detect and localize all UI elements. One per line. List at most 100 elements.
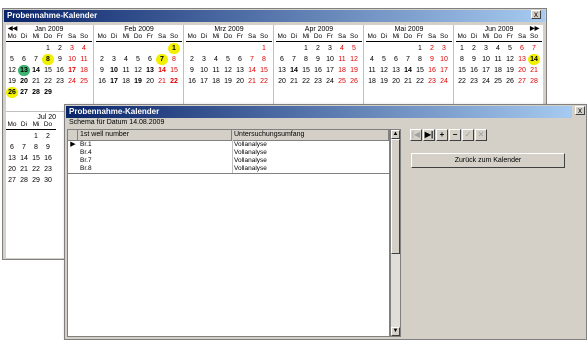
calendar-day[interactable]: 16 xyxy=(186,76,198,87)
calendar-day[interactable]: 4 xyxy=(78,43,90,54)
calendar-day[interactable]: 7 xyxy=(156,54,168,65)
calendar-day[interactable]: 21 xyxy=(528,65,540,76)
calendar-day[interactable]: 17 xyxy=(324,65,336,76)
calendar-day[interactable]: 3 xyxy=(480,43,492,54)
calendar-day[interactable]: 25 xyxy=(492,76,504,87)
calendar-day[interactable]: 7 xyxy=(288,54,300,65)
dialog-close-button[interactable]: x xyxy=(575,106,585,115)
next-month-icon[interactable]: ▶▶ xyxy=(530,25,539,32)
table-row[interactable]: Br.4 Vollanalyse xyxy=(68,149,389,157)
calendar-day[interactable]: 13 xyxy=(18,65,30,76)
calendar-day[interactable]: 19 xyxy=(132,76,144,87)
cell-well[interactable]: Br.4 xyxy=(78,149,232,157)
calendar-day[interactable]: 9 xyxy=(186,65,198,76)
calendar-day[interactable]: 5 xyxy=(222,54,234,65)
calendar-day[interactable]: 3 xyxy=(66,43,78,54)
cell-scope[interactable]: Vollanalyse xyxy=(232,165,389,173)
calendar-day[interactable]: 1 xyxy=(414,43,426,54)
calendar-day[interactable]: 22 xyxy=(30,164,42,175)
table-row[interactable]: Br.7 Vollanalyse xyxy=(68,157,389,165)
delete-record-icon[interactable]: − xyxy=(449,129,461,141)
calendar-day[interactable]: 23 xyxy=(312,76,324,87)
scroll-down-icon[interactable]: ▼ xyxy=(391,327,400,336)
last-record-icon[interactable]: ▶| xyxy=(423,129,435,141)
calendar-day[interactable]: 15 xyxy=(42,65,54,76)
calendar-day[interactable]: 1 xyxy=(258,43,270,54)
calendar-day[interactable]: 14 xyxy=(30,65,42,76)
calendar-day[interactable]: 21 xyxy=(246,76,258,87)
calendar-day[interactable]: 11 xyxy=(366,65,378,76)
calendar-day[interactable]: 2 xyxy=(426,43,438,54)
cell-scope[interactable]: Vollanalyse xyxy=(232,149,389,157)
calendar-day[interactable]: 20 xyxy=(390,76,402,87)
calendar-day[interactable]: 7 xyxy=(402,54,414,65)
first-record-icon[interactable]: |◀ xyxy=(410,129,422,141)
calendar-day[interactable]: 21 xyxy=(156,76,168,87)
calendar-day[interactable]: 28 xyxy=(18,175,30,186)
calendar-day[interactable]: 6 xyxy=(390,54,402,65)
calendar-day[interactable]: 12 xyxy=(378,65,390,76)
calendar-day[interactable]: 8 xyxy=(456,54,468,65)
calendar-day[interactable]: 11 xyxy=(492,54,504,65)
calendar-day[interactable]: 13 xyxy=(276,65,288,76)
calendar-day[interactable]: 24 xyxy=(438,76,450,87)
cell-well[interactable]: Br.8 xyxy=(78,165,232,173)
calendar-day[interactable]: 23 xyxy=(426,76,438,87)
calendar-day[interactable]: 25 xyxy=(336,76,348,87)
calendar-day[interactable]: 14 xyxy=(528,54,540,65)
calendar-day[interactable]: 10 xyxy=(108,65,120,76)
calendar-day[interactable]: 10 xyxy=(198,65,210,76)
calendar-day[interactable]: 3 xyxy=(438,43,450,54)
calendar-day[interactable]: 17 xyxy=(480,65,492,76)
calendar-day[interactable]: 26 xyxy=(348,76,360,87)
calendar-day[interactable]: 1 xyxy=(300,43,312,54)
calendar-day[interactable]: 19 xyxy=(6,76,18,87)
calendar-day[interactable]: 12 xyxy=(6,65,18,76)
calendar-day[interactable]: 18 xyxy=(336,65,348,76)
calendar-day[interactable]: 24 xyxy=(480,76,492,87)
calendar-day[interactable]: 23 xyxy=(42,164,54,175)
calendar-day[interactable]: 6 xyxy=(234,54,246,65)
calendar-day[interactable]: 10 xyxy=(324,54,336,65)
calendar-day[interactable]: 2 xyxy=(468,43,480,54)
calendar-day[interactable]: 16 xyxy=(312,65,324,76)
calendar-day[interactable]: 5 xyxy=(348,43,360,54)
calendar-day[interactable]: 27 xyxy=(516,76,528,87)
calendar-day[interactable]: 20 xyxy=(234,76,246,87)
calendar-day[interactable]: 20 xyxy=(276,76,288,87)
calendar-day[interactable]: 21 xyxy=(402,76,414,87)
calendar-day[interactable]: 15 xyxy=(456,65,468,76)
calendar-day[interactable]: 28 xyxy=(30,87,42,98)
calendar-day[interactable]: 15 xyxy=(414,65,426,76)
calendar-day[interactable]: 18 xyxy=(366,76,378,87)
calendar-day[interactable]: 18 xyxy=(210,76,222,87)
calendar-day[interactable]: 9 xyxy=(42,142,54,153)
calendar-day[interactable]: 3 xyxy=(324,43,336,54)
calendar-day[interactable]: 4 xyxy=(336,43,348,54)
calendar-day[interactable]: 22 xyxy=(456,76,468,87)
calendar-day[interactable]: 3 xyxy=(108,54,120,65)
calendar-day[interactable]: 12 xyxy=(348,54,360,65)
calendar-day[interactable]: 7 xyxy=(30,54,42,65)
calendar-day[interactable]: 1 xyxy=(42,43,54,54)
cell-well[interactable]: Br.1 xyxy=(78,141,232,149)
calendar-day[interactable]: 22 xyxy=(300,76,312,87)
calendar-day[interactable]: 2 xyxy=(42,131,54,142)
calendar-day[interactable]: 13 xyxy=(6,153,18,164)
calendar-day[interactable]: 26 xyxy=(504,76,516,87)
calendar-day[interactable]: 14 xyxy=(18,153,30,164)
calendar-day[interactable]: 23 xyxy=(54,76,66,87)
post-record-icon[interactable]: ✓ xyxy=(462,129,474,141)
calendar-day[interactable]: 18 xyxy=(78,65,90,76)
calendar-day[interactable]: 18 xyxy=(492,65,504,76)
scroll-up-icon[interactable]: ▲ xyxy=(391,130,400,139)
calendar-day[interactable]: 6 xyxy=(18,54,30,65)
calendar-day[interactable]: 9 xyxy=(426,54,438,65)
calendar-day[interactable]: 16 xyxy=(468,65,480,76)
calendar-day[interactable]: 10 xyxy=(480,54,492,65)
calendar-day[interactable]: 15 xyxy=(168,65,180,76)
calendar-day[interactable]: 28 xyxy=(528,76,540,87)
calendar-day[interactable]: 4 xyxy=(366,54,378,65)
calendar-day[interactable]: 9 xyxy=(96,65,108,76)
calendar-day[interactable]: 9 xyxy=(468,54,480,65)
